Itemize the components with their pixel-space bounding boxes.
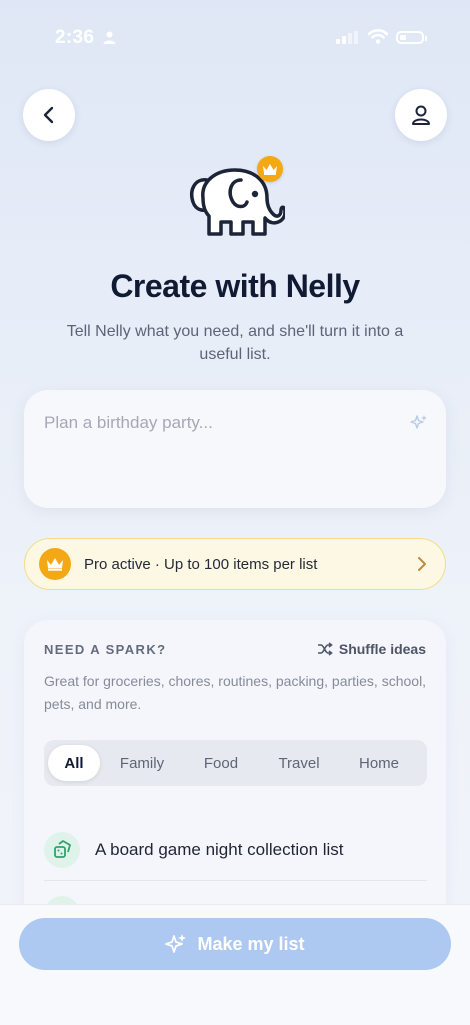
dice-icon <box>54 840 71 858</box>
wifi-icon <box>368 29 388 44</box>
crown-badge <box>257 156 283 182</box>
idea-icon <box>44 832 80 868</box>
prompt-input[interactable] <box>44 410 384 436</box>
sparkle-icon <box>165 934 187 953</box>
make-list-button[interactable]: Make my list <box>19 918 451 970</box>
pro-banner[interactable]: Pro active · Up to 100 items per list <box>24 538 446 590</box>
pro-banner-text: Pro active · Up to 100 items per list <box>84 555 318 573</box>
sparkle-icon <box>410 415 427 429</box>
chip-home[interactable]: Home <box>340 745 418 781</box>
status-time: 2:36 <box>55 27 95 48</box>
profile-button[interactable] <box>395 89 447 141</box>
status-bar: 2:36 <box>0 0 470 72</box>
person-icon <box>103 31 116 44</box>
chip-all[interactable]: All <box>48 745 100 781</box>
spark-description: Great for groceries, chores, routines, p… <box>44 673 427 712</box>
chip-family[interactable]: Family <box>100 745 184 781</box>
crown-icon <box>47 558 63 571</box>
crown-icon <box>263 164 277 175</box>
shuffle-ideas-button[interactable]: Shuffle ideas <box>317 641 426 657</box>
pro-crown-badge <box>39 548 71 580</box>
spark-card: NEED A SPARK? Shuffle ideas Great for gr… <box>24 620 446 930</box>
idea-label: A board game night collection list <box>95 840 344 859</box>
chip-food[interactable]: Food <box>184 745 258 781</box>
profile-icon <box>412 105 430 125</box>
prompt-card[interactable] <box>24 390 446 508</box>
shuffle-label: Shuffle ideas <box>338 641 426 657</box>
cellular-signal-icon <box>336 31 358 44</box>
chip-travel[interactable]: Travel <box>258 745 340 781</box>
spark-heading: NEED A SPARK? <box>44 642 167 657</box>
back-chevron-icon <box>43 106 54 124</box>
page-title: Create with Nelly <box>110 268 360 304</box>
battery-icon <box>396 31 427 44</box>
chevron-right-icon <box>418 557 426 571</box>
shuffle-icon <box>317 642 333 656</box>
idea-item[interactable]: A board game night collection list <box>44 820 427 881</box>
category-chips: All Family Food Travel Home <box>44 740 427 786</box>
page-subtitle: Tell Nelly what you need, and she'll tur… <box>66 323 404 363</box>
make-list-label: Make my list <box>197 933 305 954</box>
back-button[interactable] <box>23 89 75 141</box>
